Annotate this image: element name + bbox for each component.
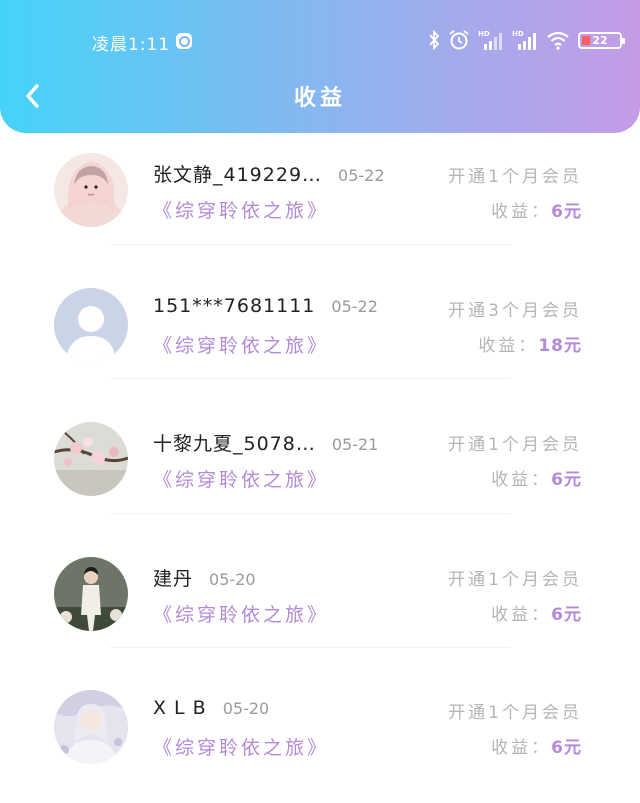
user-name: 151***7681111 xyxy=(153,295,316,317)
hd-signal-icon: HD xyxy=(512,30,536,50)
battery-level: 22 xyxy=(592,33,608,47)
list-item[interactable]: 十黎九夏_5078… 05-21 《综穿聆依之旅》 开通1个月会员 收益：6元 xyxy=(0,401,640,535)
list-item[interactable]: 151***7681111 05-22 《综穿聆依之旅》 开通3个月会员 收益：1… xyxy=(0,267,640,401)
divider xyxy=(110,513,510,514)
income-line: 收益：6元 xyxy=(491,465,582,490)
user-name: X L B xyxy=(153,697,207,719)
record-date: 05-22 xyxy=(331,297,378,316)
membership-label: 开通1个月会员 xyxy=(448,435,582,455)
income-line: 收益：6元 xyxy=(491,733,582,758)
income-line: 收益：6元 xyxy=(491,197,582,222)
battery-icon: 22 xyxy=(578,31,625,49)
user-name-row: 151***7681111 05-22 xyxy=(153,295,378,317)
book-title[interactable]: 《综穿聆依之旅》 xyxy=(153,733,329,760)
alarm-icon xyxy=(449,30,469,50)
user-name-row: X L B 05-20 xyxy=(153,697,269,719)
divider xyxy=(110,244,510,245)
status-time: 凌晨1:11 xyxy=(92,35,171,55)
list-item[interactable]: 建丹 05-20 《综穿聆依之旅》 开通1个月会员 收益：6元 xyxy=(0,535,640,669)
membership-label: 开通1个月会员 xyxy=(448,167,582,187)
hd-signal-icon: HD xyxy=(478,30,502,50)
book-title[interactable]: 《综穿聆依之旅》 xyxy=(153,600,329,627)
record-date: 05-20 xyxy=(222,699,270,718)
battery-fill xyxy=(582,35,590,45)
income-label: 收益： xyxy=(491,738,552,758)
app-notification-icon xyxy=(176,33,192,49)
user-name-row: 张文静_419229… 05-22 xyxy=(153,160,385,187)
user-name-row: 十黎九夏_5078… 05-21 xyxy=(153,429,378,456)
income-amount: 6元 xyxy=(551,202,582,222)
membership-label: 开通1个月会员 xyxy=(448,570,582,590)
income-amount: 6元 xyxy=(551,605,582,625)
user-name: 张文静_419229… xyxy=(153,164,323,186)
list-item[interactable]: 张文静_419229… 05-22 《综穿聆依之旅》 开通1个月会员 收益：6元 xyxy=(0,133,640,267)
income-label: 收益： xyxy=(491,470,552,490)
blossom-photo-avatar xyxy=(54,422,128,496)
page-title: 收益 xyxy=(293,86,346,111)
record-date: 05-22 xyxy=(338,166,385,185)
income-amount: 18元 xyxy=(538,336,582,356)
income-label: 收益： xyxy=(491,202,552,222)
income-line: 收益：6元 xyxy=(491,600,582,625)
income-amount: 6元 xyxy=(551,470,582,490)
user-name: 建丹 xyxy=(153,568,194,590)
divider xyxy=(110,378,510,379)
book-title[interactable]: 《综穿聆依之旅》 xyxy=(153,331,329,358)
svg-text:HD: HD xyxy=(512,30,524,38)
default-user-avatar xyxy=(54,288,128,362)
membership-label: 开通3个月会员 xyxy=(448,301,582,321)
wifi-icon xyxy=(547,31,569,50)
income-amount: 6元 xyxy=(551,738,582,758)
record-date: 05-20 xyxy=(209,570,256,589)
user-name-row: 建丹 05-20 xyxy=(153,564,256,591)
divider xyxy=(110,647,510,648)
record-date: 05-21 xyxy=(331,435,379,454)
book-title[interactable]: 《综穿聆依之旅》 xyxy=(153,196,329,223)
book-title[interactable]: 《综穿聆依之旅》 xyxy=(153,465,329,492)
income-label: 收益： xyxy=(478,336,539,356)
header: 凌晨1:11 HD HD 22 收益 xyxy=(0,0,640,133)
svg-text:HD: HD xyxy=(478,30,490,38)
man-photo-avatar xyxy=(54,557,128,631)
costume-photo-avatar xyxy=(54,690,128,764)
income-line: 收益：18元 xyxy=(478,331,582,356)
membership-label: 开通1个月会员 xyxy=(448,703,582,723)
list-item[interactable]: X L B 05-20 《综穿聆依之旅》 开通1个月会员 收益：6元 xyxy=(0,669,640,803)
girl-photo-avatar xyxy=(54,153,128,227)
status-icons: HD HD 22 xyxy=(428,28,625,52)
income-label: 收益： xyxy=(491,605,552,625)
bluetooth-icon xyxy=(429,30,440,50)
user-name: 十黎九夏_5078… xyxy=(153,433,316,455)
